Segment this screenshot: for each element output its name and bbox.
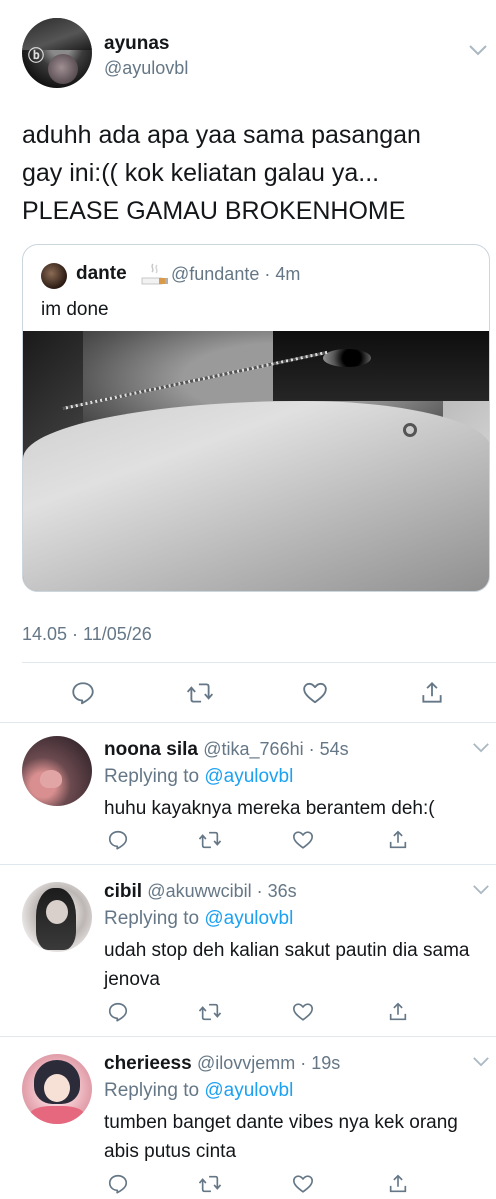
divider bbox=[22, 662, 496, 663]
replying-to-label: Replying to bbox=[104, 1080, 205, 1101]
reply-author-name: cibil bbox=[104, 881, 143, 902]
quoted-photo[interactable] bbox=[23, 331, 489, 591]
replying-to-label: Replying to bbox=[104, 908, 205, 929]
reply-icon[interactable] bbox=[104, 826, 132, 854]
avatar-hands bbox=[40, 770, 62, 788]
retweet-icon[interactable] bbox=[196, 826, 224, 854]
reply-author[interactable]: cibil @akuwwcibil · 36s bbox=[104, 881, 297, 903]
photo-hair bbox=[273, 331, 489, 401]
share-icon[interactable] bbox=[415, 676, 449, 710]
tweet-text: aduhh ada apa yaa sama pasangan gay ini:… bbox=[22, 121, 421, 225]
author-name[interactable]: ayunas bbox=[104, 33, 169, 55]
reply-author[interactable]: cherieess @ilovvjemm · 19s bbox=[104, 1053, 340, 1075]
replying-to: Replying to @ayulovbl bbox=[104, 908, 293, 930]
cigarette-icon bbox=[141, 262, 169, 288]
quoted-text: im done bbox=[41, 299, 109, 320]
author-handle[interactable]: @ayulovbl bbox=[104, 58, 188, 79]
heart-icon[interactable] bbox=[289, 998, 317, 1026]
retweet-icon[interactable] bbox=[196, 998, 224, 1026]
chevron-down-icon[interactable] bbox=[472, 1056, 490, 1067]
reply-author-handle: @akuwwcibil · 36s bbox=[147, 881, 297, 901]
replying-to-mention[interactable]: @ayulovbl bbox=[204, 908, 293, 929]
avatar[interactable] bbox=[22, 736, 92, 806]
reply-tweet[interactable]: cherieess @ilovvjemm · 19s Replying to @… bbox=[0, 1036, 496, 1199]
reply-author-handle: @tika_766hi · 54s bbox=[203, 739, 349, 759]
share-icon[interactable] bbox=[384, 826, 412, 854]
heart-icon[interactable] bbox=[298, 676, 332, 710]
photo-hoodie bbox=[23, 401, 489, 591]
reply-text: huhu kayaknya mereka berantem deh:( bbox=[104, 798, 435, 819]
photo-eye bbox=[323, 349, 371, 367]
heart-icon[interactable] bbox=[289, 1170, 317, 1198]
share-icon[interactable] bbox=[384, 998, 412, 1026]
tweet-timestamp[interactable]: 14.05 · 11/05/26 bbox=[22, 624, 152, 645]
retweet-icon[interactable] bbox=[183, 676, 217, 710]
quoted-tweet[interactable]: dante @fundante · 4m im done bbox=[22, 244, 490, 592]
replying-to-mention[interactable]: @ayulovbl bbox=[204, 1080, 293, 1101]
reply-author[interactable]: noona sila @tika_766hi · 54s bbox=[104, 739, 349, 761]
reply-author-name: noona sila bbox=[104, 739, 198, 760]
photo-hood-cord bbox=[403, 423, 417, 437]
quoted-author-name: dante bbox=[76, 263, 127, 284]
chevron-down-icon[interactable] bbox=[472, 742, 490, 753]
avatar[interactable] bbox=[22, 882, 92, 952]
reply-icon[interactable] bbox=[104, 998, 132, 1026]
avatar-dress bbox=[30, 1106, 84, 1124]
avatar[interactable]: ⓑ bbox=[22, 18, 92, 88]
avatar-face bbox=[46, 900, 68, 924]
share-icon[interactable] bbox=[384, 1170, 412, 1198]
reply-icon[interactable] bbox=[104, 1170, 132, 1198]
reply-author-name: cherieess bbox=[104, 1053, 192, 1074]
reply-icon[interactable] bbox=[66, 676, 100, 710]
main-tweet[interactable]: ⓑ ayunas @ayulovbl aduhh ada apa yaa sam… bbox=[0, 0, 496, 722]
retweet-icon[interactable] bbox=[196, 1170, 224, 1198]
avatar-face bbox=[48, 54, 78, 84]
replying-to: Replying to @ayulovbl bbox=[104, 1080, 293, 1102]
replying-to-label: Replying to bbox=[104, 766, 205, 787]
avatar-face bbox=[44, 1074, 70, 1102]
replying-to: Replying to @ayulovbl bbox=[104, 766, 293, 788]
reply-author-handle: @ilovvjemm · 19s bbox=[196, 1053, 341, 1073]
heart-icon[interactable] bbox=[289, 826, 317, 854]
reply-tweet[interactable]: cibil @akuwwcibil · 36s Replying to @ayu… bbox=[0, 864, 496, 1036]
avatar[interactable] bbox=[22, 1054, 92, 1124]
replying-to-mention[interactable]: @ayulovbl bbox=[204, 766, 293, 787]
reply-text: tumben banget dante vibes nya kek orang … bbox=[104, 1112, 458, 1162]
quoted-handle-time: @fundante · 4m bbox=[171, 264, 301, 284]
reply-text: udah stop deh kalian sakut pautin dia sa… bbox=[104, 940, 470, 990]
reply-tweet[interactable]: noona sila @tika_766hi · 54s Replying to… bbox=[0, 722, 496, 864]
quoted-avatar bbox=[41, 263, 67, 289]
chevron-down-icon[interactable] bbox=[468, 44, 488, 56]
chevron-down-icon[interactable] bbox=[472, 884, 490, 895]
